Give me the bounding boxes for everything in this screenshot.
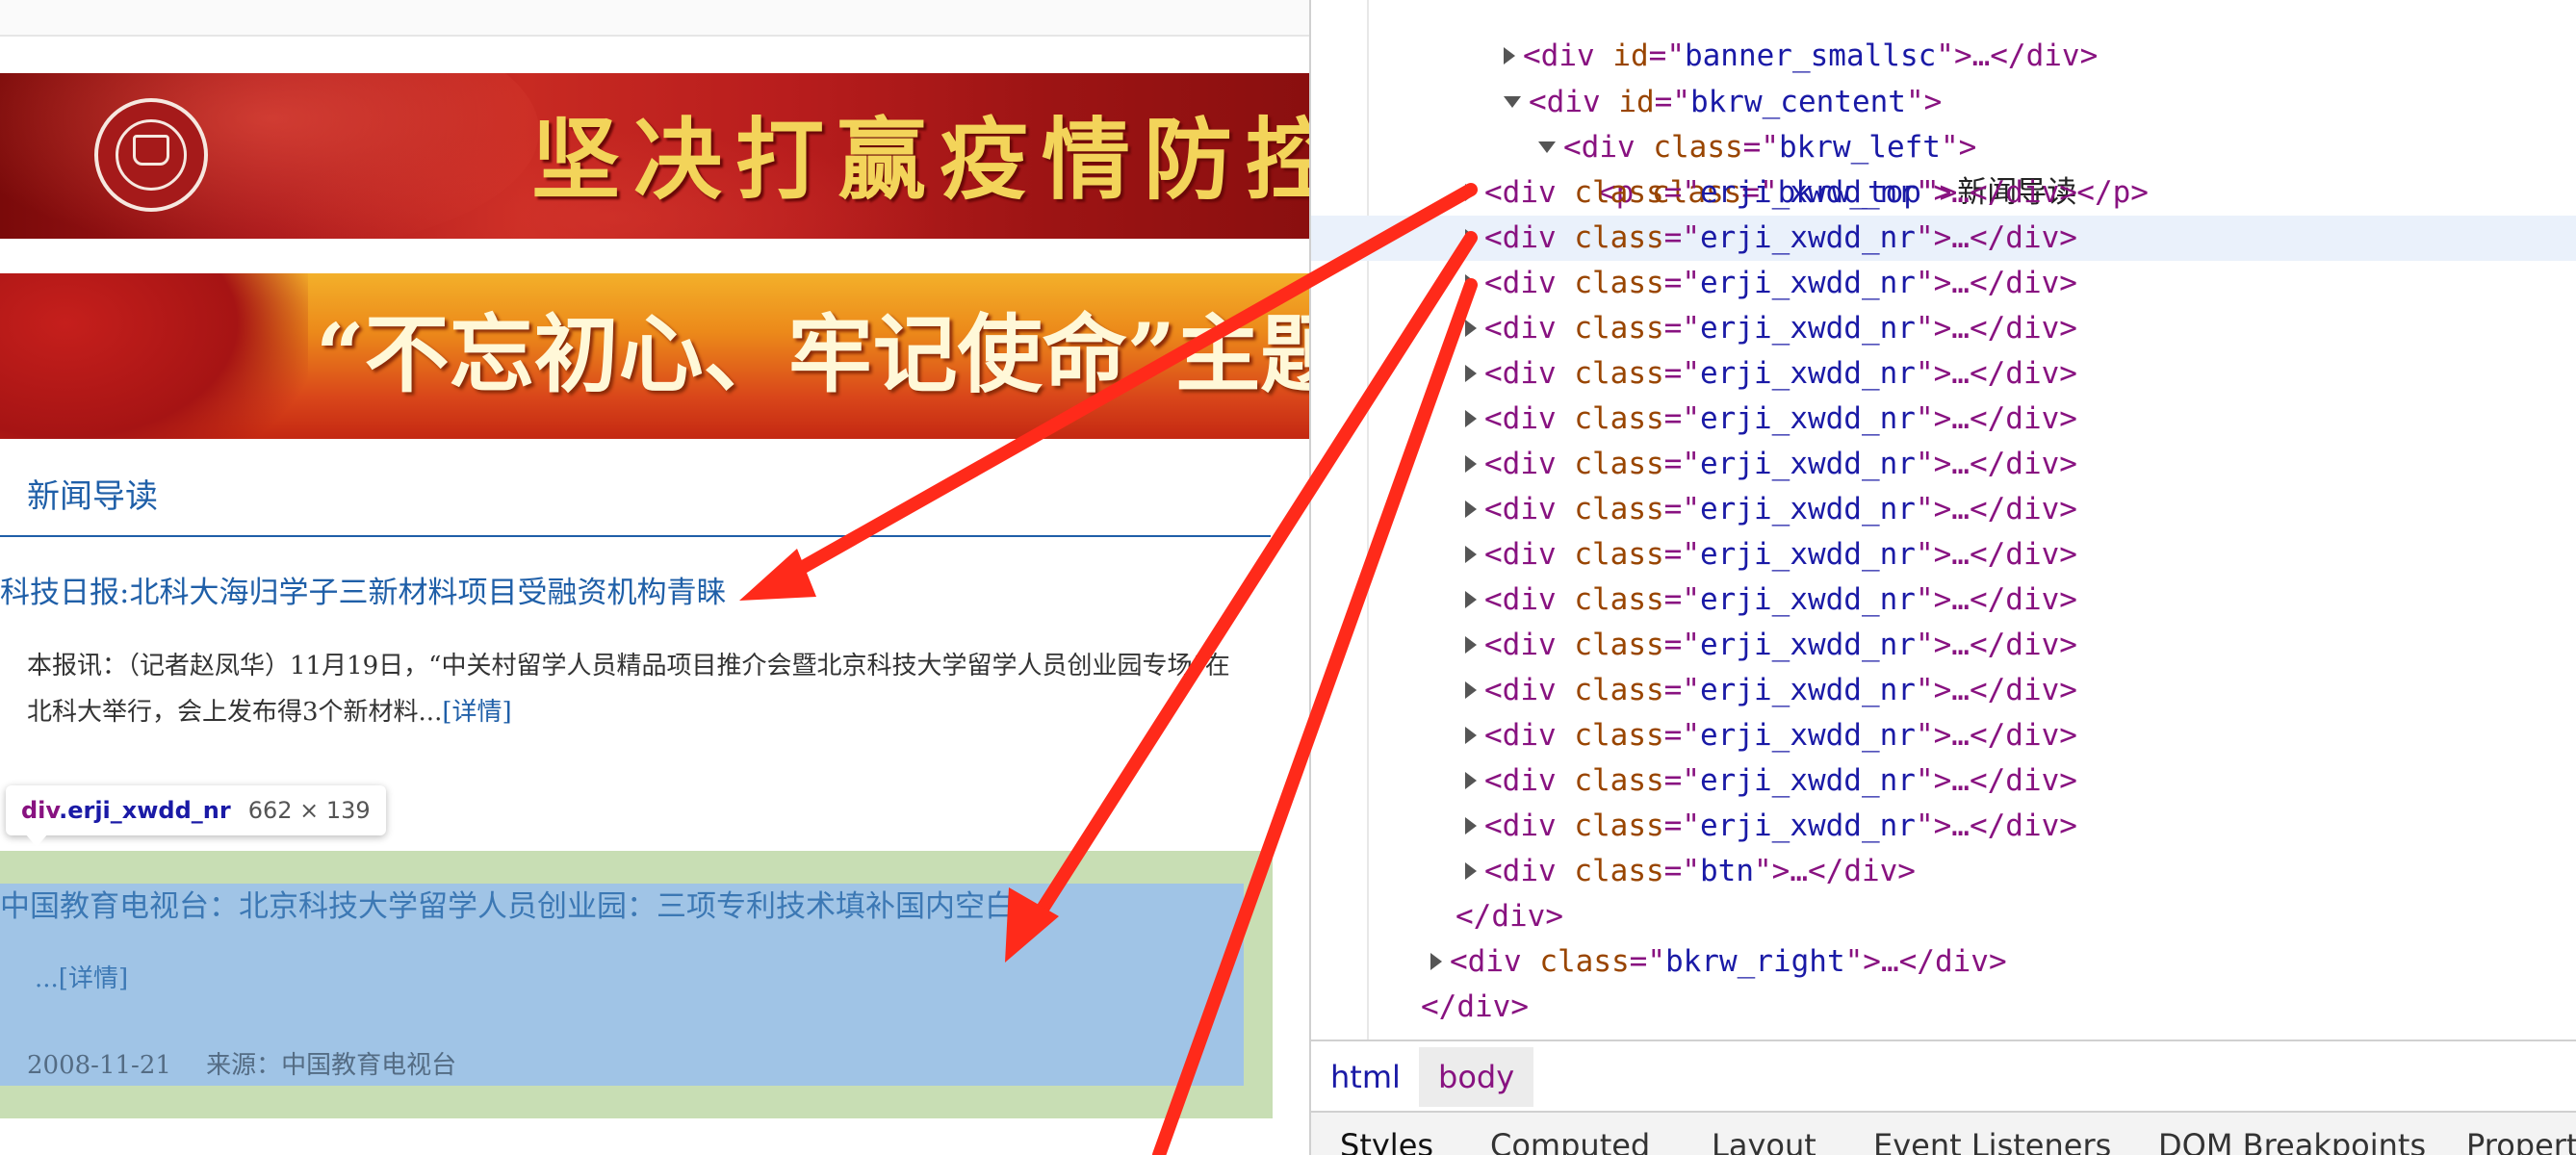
expand-triangle-icon[interactable] bbox=[1465, 500, 1477, 518]
section-title: 新闻导读 bbox=[27, 477, 158, 516]
elements-dom-tree[interactable]: <div id="banner_smallsc">…</div> <div id… bbox=[1311, 0, 2576, 1040]
expand-triangle-icon[interactable] bbox=[1465, 816, 1477, 834]
dom-node-bkrw-top[interactable]: <p class="bkrw_top">新闻导读</p> bbox=[1311, 125, 2576, 210]
expand-triangle-icon[interactable] bbox=[1465, 861, 1477, 880]
news-item-more-prefix: ... bbox=[35, 964, 59, 993]
tab-properties[interactable]: Properties bbox=[2466, 1126, 2576, 1155]
webpage-viewport: 坚决打赢疫情防控阻 “不忘初心、牢记使命”主题 新闻导读 科技日报:北科大海归学… bbox=[0, 0, 1309, 1155]
tooltip-class: .erji_xwdd_nr bbox=[59, 797, 231, 824]
news-item-title[interactable]: 科技日报:北科大海归学子三新材料项目受融资机构青睐 bbox=[0, 574, 726, 612]
expand-triangle-icon[interactable] bbox=[1465, 454, 1477, 473]
breadcrumb-body[interactable]: body bbox=[1419, 1047, 1534, 1107]
dom-node-bkrw-left[interactable]: <div class="bkrw_left"> bbox=[1311, 80, 2576, 165]
expand-triangle-icon[interactable] bbox=[1465, 183, 1477, 201]
tooltip-pointer bbox=[25, 834, 48, 847]
tooltip-tag: div bbox=[21, 797, 60, 824]
dom-node-erji-xwdd-nr[interactable]: <div class="erji_xwdd_nr">…</div> bbox=[1311, 487, 2576, 532]
news-item-summary: 本报讯：（记者赵凤华）11月19日，“中关村留学人员精品项目推介会暨北京科技大学… bbox=[27, 643, 1230, 735]
dom-node-bkrw-centent[interactable]: <div id="bkrw_centent"> bbox=[1311, 35, 2576, 119]
dom-node-erji-xwdd-nr[interactable]: <div class="erji_xwdd_nr">…</div> bbox=[1311, 713, 2576, 758]
dom-node-erji-xwdd-nr[interactable]: <div class="erji_xwdd_nr">…</div> bbox=[1311, 442, 2576, 487]
dom-node-erji-xwdd-nr[interactable]: <div class="erji_xwdd_nr">…</div> bbox=[1311, 261, 2576, 306]
expand-triangle-icon[interactable] bbox=[1465, 364, 1477, 382]
tab-computed[interactable]: Computed bbox=[1490, 1126, 1650, 1155]
expand-triangle-icon[interactable] bbox=[1430, 952, 1442, 970]
expand-triangle-icon[interactable] bbox=[1465, 228, 1477, 246]
devtools-panel: <div id="banner_smallsc">…</div> <div id… bbox=[1309, 0, 2576, 1155]
styles-pane-tabs: Styles Computed Layout Event Listeners D… bbox=[1311, 1111, 2576, 1155]
news-item-more-link[interactable]: [详情] bbox=[442, 698, 511, 727]
dom-node-erji-xwdd-nr[interactable]: <div class="erji_xwdd_nr">…</div> bbox=[1311, 306, 2576, 351]
inspect-tooltip: div.erji_xwdd_nr 662 × 139 bbox=[6, 785, 386, 835]
expand-triangle-icon[interactable] bbox=[1465, 590, 1477, 608]
dom-node-btn[interactable]: <div class="btn">…</div> bbox=[1311, 849, 2576, 894]
news-item-meta: 2008-11-21 来源：中国教育电视台 bbox=[27, 1045, 483, 1081]
expand-triangle-icon[interactable] bbox=[1465, 273, 1477, 292]
breadcrumb: html body bbox=[1311, 1040, 2576, 1111]
dom-node-erji-xwdd-nr[interactable]: <div class="erji_xwdd_nr">…</div> bbox=[1311, 170, 2576, 216]
breadcrumb-html[interactable]: html bbox=[1311, 1047, 1420, 1107]
news-item-more: ...[详情] bbox=[35, 959, 128, 994]
dom-node-bkrw-right[interactable]: <div class="bkrw_right">…</div> bbox=[1311, 939, 2576, 985]
dom-node-erji-xwdd-nr[interactable]: <div class="erji_xwdd_nr">…</div> bbox=[1311, 351, 2576, 397]
top-nav-strip bbox=[0, 0, 1309, 37]
dom-node-erji-xwdd-nr[interactable]: <div class="erji_xwdd_nr">…</div> bbox=[1311, 668, 2576, 713]
tab-styles[interactable]: Styles bbox=[1340, 1126, 1433, 1155]
expand-triangle-icon[interactable] bbox=[1465, 319, 1477, 337]
news-item-more-link[interactable]: [详情] bbox=[59, 964, 128, 993]
dom-node-erji-xwdd-nr-selected[interactable]: <div class="erji_xwdd_nr">…</div> bbox=[1311, 216, 2576, 261]
news-item-summary-text: 本报讯：（记者赵凤华）11月19日，“中关村留学人员精品项目推介会暨北京科技大学… bbox=[27, 652, 1230, 727]
expand-triangle-icon[interactable] bbox=[1465, 680, 1477, 699]
expand-triangle-icon[interactable] bbox=[1465, 771, 1477, 789]
tooltip-dimensions: 662 × 139 bbox=[247, 797, 371, 824]
tab-event-listeners[interactable]: Event Listeners bbox=[1873, 1126, 2111, 1155]
expand-triangle-icon[interactable] bbox=[1465, 409, 1477, 427]
tab-layout[interactable]: Layout bbox=[1712, 1126, 1816, 1155]
dom-node-erji-xwdd-nr[interactable]: <div class="erji_xwdd_nr">…</div> bbox=[1311, 623, 2576, 668]
dom-node-close-bkrw-centent[interactable]: </div> bbox=[1311, 985, 2576, 1030]
dom-node-erji-xwdd-nr[interactable]: <div class="erji_xwdd_nr">…</div> bbox=[1311, 578, 2576, 623]
theme-education-banner-text: “不忘初心、牢记使命”主题 bbox=[316, 304, 1309, 404]
university-logo bbox=[94, 98, 208, 212]
news-item-date: 2008-11-21 bbox=[27, 1051, 171, 1080]
news-item-title[interactable]: 中国教育电视台：北京科技大学留学人员创业园：三项专利技术填补国内空白 bbox=[0, 887, 1015, 926]
dom-node-erji-xwdd-nr[interactable]: <div class="erji_xwdd_nr">…</div> bbox=[1311, 397, 2576, 442]
dom-node-banner-smallsc[interactable]: <div id="banner_smallsc">…</div> bbox=[1311, 0, 2576, 73]
expand-triangle-icon[interactable] bbox=[1465, 726, 1477, 744]
dom-node-close-bkrw-left[interactable]: </div> bbox=[1311, 894, 2576, 939]
dom-node-erji-xwdd-nr[interactable]: <div class="erji_xwdd_nr">…</div> bbox=[1311, 532, 2576, 578]
expand-triangle-icon[interactable] bbox=[1465, 635, 1477, 654]
section-divider bbox=[0, 535, 1271, 537]
dom-node-erji-xwdd-nr[interactable]: <div class="erji_xwdd_nr">…</div> bbox=[1311, 758, 2576, 804]
news-item-source: 来源：中国教育电视台 bbox=[206, 1051, 457, 1080]
expand-triangle-icon[interactable] bbox=[1465, 545, 1477, 563]
dom-node-erji-xwdd-nr[interactable]: <div class="erji_xwdd_nr">…</div> bbox=[1311, 804, 2576, 849]
tab-dom-breakpoints[interactable]: DOM Breakpoints bbox=[2158, 1126, 2426, 1155]
epidemic-banner-text: 坚决打赢疫情防控阻 bbox=[531, 108, 1309, 212]
